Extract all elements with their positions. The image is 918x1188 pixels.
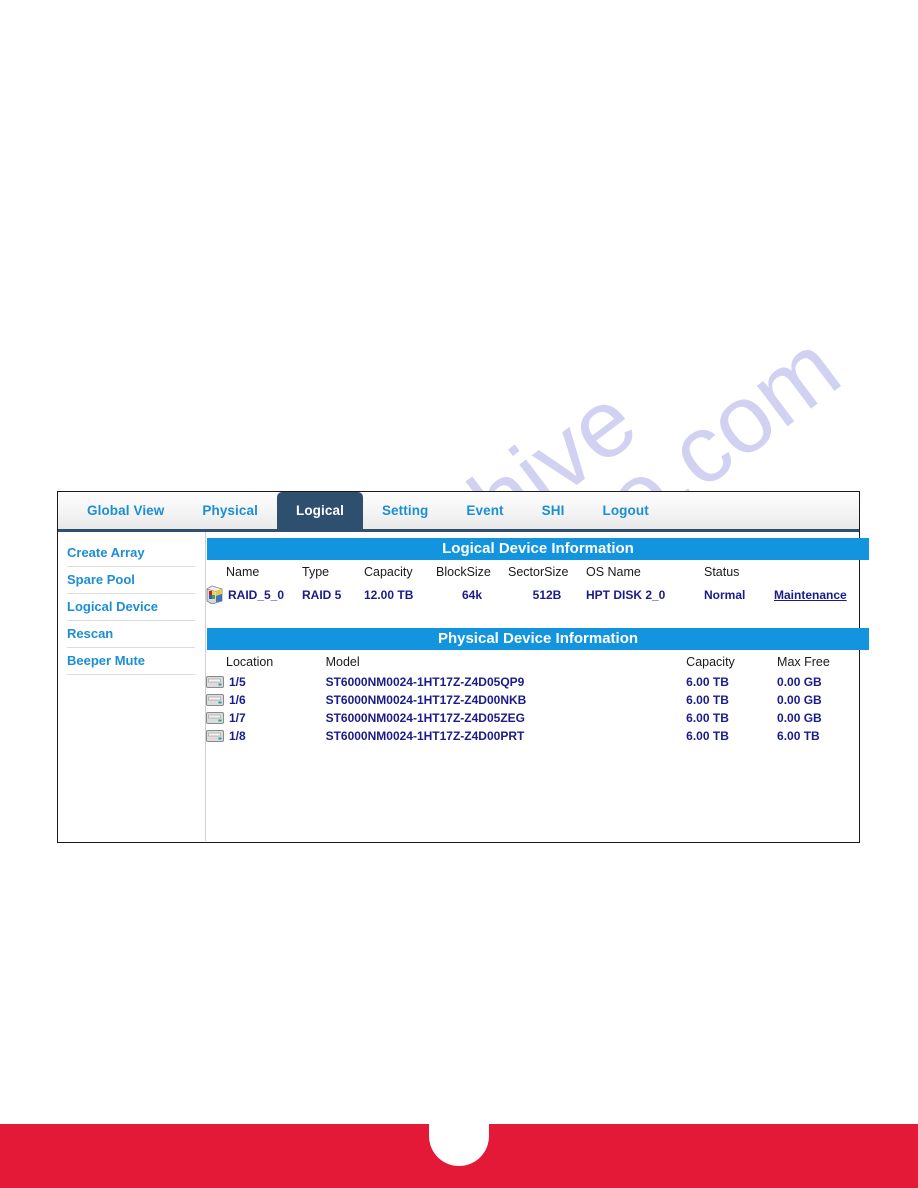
- physical-table-header-row: Location Model Capacity Max Free: [206, 650, 870, 673]
- logical-table-header-row: Name Type Capacity BlockSize SectorSize …: [206, 560, 870, 583]
- physical-cell-maxfree: 0.00 GB: [777, 711, 822, 725]
- table-row[interactable]: RAID_5_0 RAID 5 12.00 TB 64k 512B HPT DI…: [206, 583, 870, 606]
- logical-cell-type: RAID 5: [302, 587, 342, 602]
- physical-cell-maxfree: 0.00 GB: [777, 675, 822, 689]
- physical-cell-location: 1/6: [206, 691, 320, 709]
- sidebar-item-logical-device[interactable]: Logical Device: [67, 594, 195, 621]
- logical-table-spacer: [206, 606, 870, 628]
- physical-col-location: Location: [226, 655, 274, 669]
- sidebar-item-rescan[interactable]: Rescan: [67, 621, 195, 648]
- logical-col-action: [774, 560, 870, 583]
- physical-location-text: 1/7: [229, 711, 246, 725]
- physical-cell-location: 1/7: [206, 709, 320, 727]
- hard-drive-icon: [206, 730, 224, 742]
- tab-event[interactable]: Event: [447, 492, 522, 529]
- sidebar-item-beeper-mute[interactable]: Beeper Mute: [67, 648, 195, 675]
- logical-cell-name: RAID_5_0: [206, 583, 302, 606]
- raid-array-icon: [206, 585, 223, 605]
- logical-device-table: Name Type Capacity BlockSize SectorSize …: [206, 560, 870, 628]
- logical-cell-osname: HPT DISK 2_0: [586, 587, 666, 602]
- tab-global-view[interactable]: Global View: [68, 492, 183, 529]
- main-tab-bar: Global View Physical Logical Setting Eve…: [58, 492, 859, 532]
- logical-col-name: Name: [226, 565, 260, 579]
- table-row[interactable]: 1/8 ST6000NM0024-1HT17Z-Z4D00PRT 6.00 TB…: [206, 727, 870, 745]
- physical-location-text: 1/8: [229, 729, 246, 743]
- logical-cell-action: Maintenance: [774, 583, 870, 606]
- logical-col-blocksize: BlockSize: [436, 565, 491, 579]
- table-row[interactable]: 1/6 ST6000NM0024-1HT17Z-Z4D00NKB 6.00 TB…: [206, 691, 870, 709]
- physical-device-table: Location Model Capacity Max Free 1/5 ST6…: [206, 650, 870, 745]
- logical-col-type: Type: [302, 565, 330, 579]
- sidebar-nav: Create Array Spare Pool Logical Device R…: [58, 532, 206, 841]
- table-row[interactable]: 1/5 ST6000NM0024-1HT17Z-Z4D05QP9 6.00 TB…: [206, 673, 870, 691]
- panel-body: Create Array Spare Pool Logical Device R…: [58, 532, 869, 841]
- logical-col-osname: OS Name: [586, 565, 641, 579]
- tab-physical[interactable]: Physical: [183, 492, 277, 529]
- logical-cell-sectorsize: 512B: [532, 587, 562, 602]
- hard-drive-icon: [206, 694, 224, 706]
- logical-cell-status: Normal: [704, 587, 746, 602]
- physical-col-maxfree: Max Free: [777, 655, 830, 669]
- hard-drive-icon: [206, 676, 224, 688]
- logical-col-sectorsize: SectorSize: [508, 565, 569, 579]
- sidebar-item-spare-pool[interactable]: Spare Pool: [67, 567, 195, 594]
- raid-management-panel: Global View Physical Logical Setting Eve…: [57, 491, 869, 843]
- logical-cell-blocksize: 64k: [461, 587, 483, 602]
- logical-col-status: Status: [704, 565, 740, 579]
- tab-logical[interactable]: Logical: [276, 492, 363, 529]
- logical-cell-capacity: 12.00 TB: [364, 587, 414, 602]
- tab-shi[interactable]: SHI: [523, 492, 584, 529]
- logical-col-capacity: Capacity: [364, 565, 413, 579]
- physical-device-section-title: Physical Device Information: [207, 628, 869, 650]
- physical-cell-maxfree: 6.00 TB: [777, 729, 820, 743]
- physical-cell-model: ST6000NM0024-1HT17Z-Z4D00PRT: [325, 729, 525, 743]
- physical-cell-capacity: 6.00 TB: [686, 711, 729, 725]
- logical-name-text: RAID_5_0: [228, 587, 285, 602]
- sidebar-item-create-array[interactable]: Create Array: [67, 540, 195, 567]
- table-row[interactable]: 1/7 ST6000NM0024-1HT17Z-Z4D05ZEG 6.00 TB…: [206, 709, 870, 727]
- physical-cell-capacity: 6.00 TB: [686, 729, 729, 743]
- physical-cell-capacity: 6.00 TB: [686, 675, 729, 689]
- content-area: Logical Device Information Name Type Cap…: [206, 532, 870, 841]
- physical-col-model: Model: [325, 655, 360, 669]
- physical-cell-location: 1/8: [206, 727, 320, 745]
- tab-setting[interactable]: Setting: [363, 492, 447, 529]
- physical-cell-location: 1/5: [206, 673, 320, 691]
- physical-cell-maxfree: 0.00 GB: [777, 693, 822, 707]
- maintenance-link[interactable]: Maintenance: [774, 588, 847, 602]
- tab-logout[interactable]: Logout: [583, 492, 667, 529]
- hard-drive-icon: [206, 712, 224, 724]
- physical-location-text: 1/6: [229, 693, 246, 707]
- physical-cell-model: ST6000NM0024-1HT17Z-Z4D05ZEG: [325, 711, 525, 725]
- physical-cell-model: ST6000NM0024-1HT17Z-Z4D00NKB: [325, 693, 527, 707]
- logical-device-section-title: Logical Device Information: [207, 538, 869, 560]
- physical-cell-capacity: 6.00 TB: [686, 693, 729, 707]
- physical-cell-model: ST6000NM0024-1HT17Z-Z4D05QP9: [325, 675, 525, 689]
- physical-location-text: 1/5: [229, 675, 246, 689]
- physical-col-capacity: Capacity: [686, 655, 735, 669]
